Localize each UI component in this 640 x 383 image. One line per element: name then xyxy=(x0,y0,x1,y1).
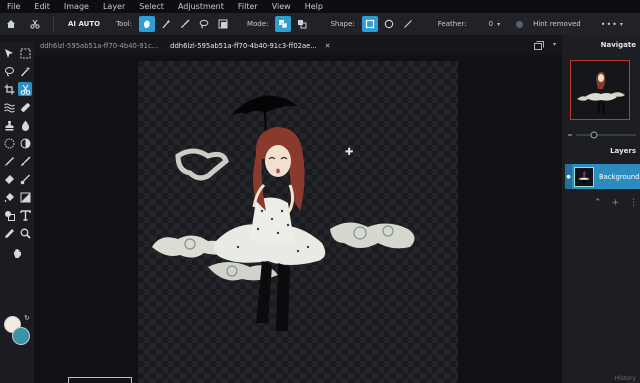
brush-icon[interactable] xyxy=(177,16,193,32)
blur-drop-icon[interactable] xyxy=(18,118,32,132)
zoom-slider[interactable] xyxy=(568,131,636,139)
zoom-tool-icon[interactable] xyxy=(18,226,32,240)
line-shape-icon[interactable] xyxy=(400,16,416,32)
background-color-swatch[interactable] xyxy=(12,327,30,345)
mode-add-icon[interactable] xyxy=(275,16,292,32)
hand-select-tool-icon[interactable] xyxy=(139,16,156,32)
layer-item-background[interactable]: ● Background xyxy=(565,164,640,189)
pencil-tool-icon[interactable] xyxy=(2,154,16,168)
magic-wand-tool-icon[interactable] xyxy=(18,64,32,78)
layer-name: Background xyxy=(599,172,640,181)
menu-file[interactable]: File xyxy=(0,2,27,11)
navigator-thumbnail[interactable] xyxy=(570,60,630,120)
tools-panel: ↻ xyxy=(0,42,34,383)
right-panel: Navigate Layers ● Background ⌃ + ⋮ Histo… xyxy=(562,35,640,383)
tab-title: ddh6lzl-595ab51a-ff70-4b40-91c... xyxy=(40,42,159,50)
move-tool-icon[interactable] xyxy=(2,46,16,60)
liquify-tool-icon[interactable] xyxy=(2,100,16,114)
navigate-title: Navigate xyxy=(600,41,636,49)
menu-adjustment[interactable]: Adjustment xyxy=(171,2,231,11)
canvas-workspace[interactable]: ✚ xyxy=(34,55,562,383)
gradient-tool-icon[interactable] xyxy=(18,190,32,204)
tool-label: Tool: xyxy=(116,20,133,28)
shape-label: Shape: xyxy=(330,20,355,28)
ellipse-shape-icon[interactable] xyxy=(381,16,397,32)
color-swatches: ↻ xyxy=(2,314,32,346)
document-tabs: ddh6lzl-595ab51a-ff70-4b40-91c... ddh6lz… xyxy=(34,37,562,55)
frame-outline xyxy=(68,377,132,383)
divider xyxy=(53,17,54,31)
menu-bar: File Edit Image Layer Select Adjustment … xyxy=(0,0,640,13)
dodge-burn-icon[interactable] xyxy=(18,136,32,150)
magic-wand-icon[interactable] xyxy=(158,16,174,32)
add-layer-icon[interactable]: + xyxy=(612,198,620,208)
cutout-tool-icon[interactable] xyxy=(18,82,32,96)
scissors-icon[interactable] xyxy=(27,16,43,32)
arrange-windows-icon[interactable] xyxy=(533,40,545,52)
tool-options-bar: AI AUTO Tool: Mode: Shape: Feather: 0 ▾ … xyxy=(0,13,640,35)
hand-tool-icon[interactable] xyxy=(10,246,24,260)
tab-title: ddh6lzl-595ab51a-ff70-4b40-91c3-ff02ae..… xyxy=(170,42,317,50)
chevron-down-icon[interactable]: ▾ xyxy=(497,21,500,28)
feather-label: Feather: xyxy=(437,20,467,28)
paint-bucket-icon[interactable] xyxy=(2,190,16,204)
more-options-button[interactable]: ••• xyxy=(601,20,618,29)
artwork-girl-with-umbrella xyxy=(152,94,415,331)
layer-thumbnail xyxy=(574,166,594,187)
eyedropper-icon[interactable] xyxy=(2,226,16,240)
menu-help[interactable]: Help xyxy=(298,2,330,11)
chevron-down-icon[interactable]: ▾ xyxy=(553,41,556,52)
menu-select[interactable]: Select xyxy=(132,2,171,11)
image-canvas[interactable] xyxy=(138,61,458,383)
document-tab[interactable]: ddh6lzl-595ab51a-ff70-4b40-91c... xyxy=(34,37,164,55)
hint-label: Hint removed xyxy=(533,20,581,28)
menu-view[interactable]: View xyxy=(265,2,298,11)
shape-tool-icon[interactable] xyxy=(2,208,16,222)
mode-label: Mode: xyxy=(247,20,269,28)
sponge-tool-icon[interactable] xyxy=(2,136,16,150)
more-icon[interactable]: ⋮ xyxy=(629,198,638,208)
mask-icon[interactable] xyxy=(215,16,231,32)
lasso-icon[interactable] xyxy=(196,16,212,32)
swap-colors-icon[interactable]: ↻ xyxy=(24,314,30,322)
crosshair-cursor: ✚ xyxy=(345,147,354,158)
document-tab-active[interactable]: ddh6lzl-595ab51a-ff70-4b40-91c3-ff02ae..… xyxy=(164,37,336,55)
eraser-tool-icon[interactable] xyxy=(2,172,16,186)
smudge-tool-icon[interactable] xyxy=(18,172,32,186)
ai-auto-button[interactable]: AI AUTO xyxy=(64,18,104,30)
type-tool-icon[interactable] xyxy=(18,208,32,222)
close-icon[interactable]: ✕ xyxy=(325,42,331,50)
chevron-up-icon[interactable]: ⌃ xyxy=(594,198,602,208)
menu-image[interactable]: Image xyxy=(57,2,96,11)
eye-icon[interactable]: ● xyxy=(565,164,572,189)
feather-input[interactable]: 0 xyxy=(489,20,493,28)
crop-tool-icon[interactable] xyxy=(2,82,16,96)
layer-buttons: ⌃ + ⋮ xyxy=(594,198,638,208)
marquee-tool-icon[interactable] xyxy=(18,46,32,60)
clone-stamp-icon[interactable] xyxy=(2,118,16,132)
rectangle-shape-icon[interactable] xyxy=(361,16,378,32)
menu-edit[interactable]: Edit xyxy=(27,2,57,11)
menu-layer[interactable]: Layer xyxy=(96,2,132,11)
hint-toggle[interactable] xyxy=(516,20,524,28)
mode-subtract-icon[interactable] xyxy=(294,16,310,32)
menu-filter[interactable]: Filter xyxy=(231,2,265,11)
lasso-tool-icon[interactable] xyxy=(2,64,16,78)
history-title: History xyxy=(614,375,636,382)
tab-controls: ▾ xyxy=(533,40,562,52)
photo-editor-window: File Edit Image Layer Select Adjustment … xyxy=(0,0,640,383)
home-icon[interactable] xyxy=(3,16,19,32)
healing-brush-icon[interactable] xyxy=(18,100,32,114)
chevron-down-icon[interactable]: ▾ xyxy=(620,21,623,28)
layers-title: Layers xyxy=(610,147,636,155)
brush-tool-icon[interactable] xyxy=(18,154,32,168)
